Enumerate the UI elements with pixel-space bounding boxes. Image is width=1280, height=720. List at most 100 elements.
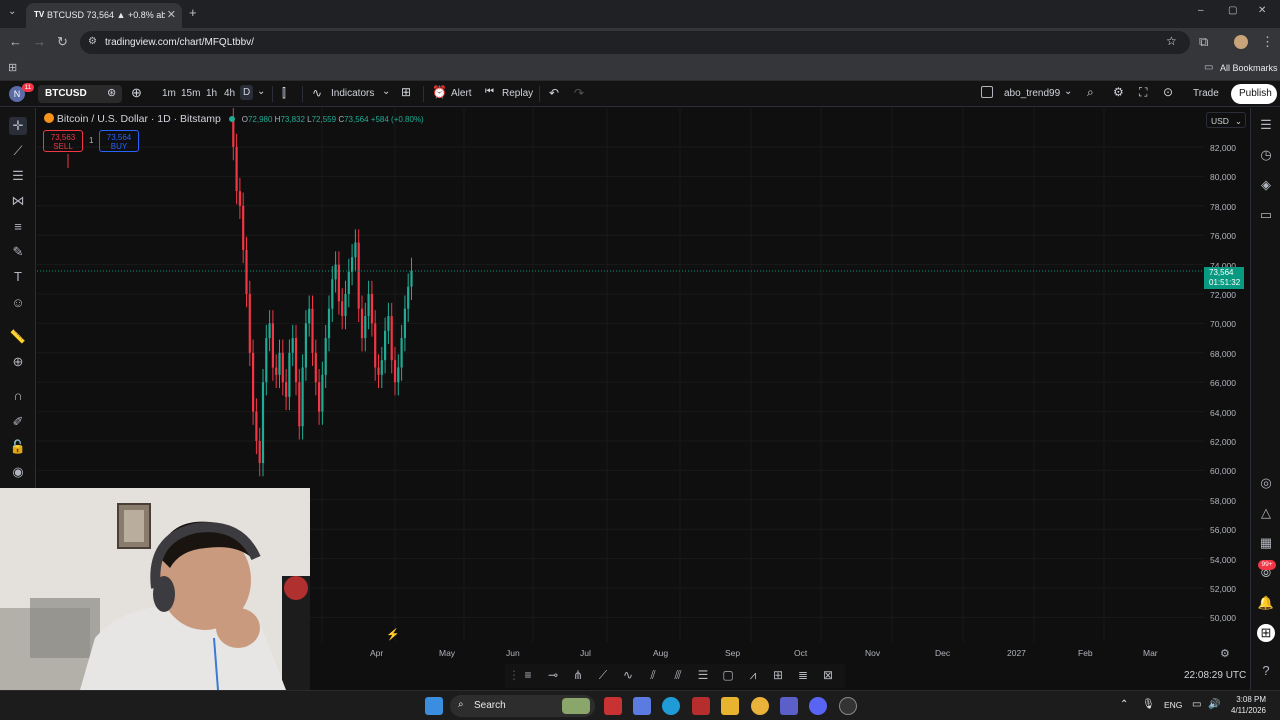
brush-icon[interactable]: ✎ (9, 243, 27, 261)
settings-gear-icon[interactable]: ⚙ (1113, 85, 1124, 99)
trade-button[interactable]: Trade (1193, 88, 1219, 99)
file-explorer-icon[interactable] (721, 697, 739, 715)
watchlist-icon[interactable]: ☰ (1257, 116, 1275, 134)
wave-icon[interactable]: ∿ (619, 668, 637, 684)
ideas-icon[interactable]: △ (1257, 504, 1275, 522)
magnet-icon[interactable]: ∩ (9, 387, 27, 405)
interval-4h[interactable]: 4h (224, 88, 235, 99)
tab-menu-chevron-icon[interactable]: ⌄ (8, 6, 16, 17)
taskbar-search[interactable]: ⌕ Search (450, 695, 595, 717)
dota-icon[interactable] (692, 697, 710, 715)
redo-icon[interactable]: ↷ (574, 86, 584, 100)
symbol-info-icon[interactable]: ⊛ (107, 86, 116, 99)
undo-icon[interactable]: ↶ (549, 86, 559, 100)
reload-icon[interactable]: ↻ (57, 34, 68, 50)
layers-icon[interactable]: ◈ (1257, 176, 1275, 194)
price-axis[interactable]: USD ⌄ 82,000 80,000 78,000 76,000 74,000 72,0… (1204, 108, 1250, 642)
indicators-dropdown-icon[interactable]: ⌄ (382, 86, 390, 97)
publish-button[interactable]: Publish (1231, 84, 1277, 104)
currency-selector[interactable]: USD ⌄ (1206, 112, 1246, 128)
layout-checkbox[interactable] (981, 86, 993, 98)
minimize-icon[interactable]: – (1198, 5, 1204, 16)
close-tab-icon[interactable]: ✕ (167, 8, 176, 21)
interval-dropdown-icon[interactable]: ⌄ (257, 86, 265, 97)
system-clock[interactable]: 3:08 PM 4/11/2026 (1228, 694, 1266, 716)
apps-grid-icon[interactable]: ⊞ (1257, 624, 1275, 642)
layouts-icon[interactable]: ⊞ (401, 85, 411, 99)
zoom-in-icon[interactable]: ⊕ (9, 353, 27, 371)
emoji-icon[interactable]: ☺ (9, 294, 27, 312)
trend-line-icon[interactable]: ⟋ (594, 668, 612, 684)
fib-channel-icon[interactable]: ⫻ (669, 668, 687, 684)
calendar-icon[interactable]: ▦ (1257, 534, 1275, 552)
event-marker-icon[interactable]: ⚡ (386, 628, 400, 641)
horizontal-lines-icon[interactable]: ≡ (519, 668, 537, 684)
trend-line-icon[interactable]: ⟋ (9, 142, 27, 160)
microphone-icon[interactable]: 🎙 (1142, 699, 1155, 710)
fullscreen-icon[interactable]: ⛶ (1139, 85, 1147, 100)
replay-button[interactable]: Replay (502, 88, 533, 99)
close-window-icon[interactable]: ✕ (1258, 5, 1266, 16)
forward-icon[interactable]: → (33, 34, 46, 49)
layout-name[interactable]: abo_trend99 (1004, 88, 1060, 99)
indicators-button[interactable]: Indicators (331, 88, 374, 99)
quick-search-icon[interactable]: ⌕ (1087, 85, 1094, 100)
visibility-eye-icon[interactable]: ◉ (9, 463, 27, 481)
snapshot-camera-icon[interactable]: ⊙ (1163, 85, 1173, 99)
text-tool-icon[interactable]: T (9, 268, 27, 286)
all-bookmarks-link[interactable]: All Bookmarks (1220, 63, 1278, 73)
fib-tool-icon[interactable]: ☰ (9, 167, 27, 185)
compare-add-icon[interactable]: ⊕ (131, 85, 142, 101)
apps-grid-icon[interactable]: ⊞ (8, 61, 17, 74)
stay-drawing-icon[interactable]: ✐ (9, 413, 27, 431)
time-axis[interactable]: Apr May Jun Jul Aug Sep Oct Nov Dec 2027 Feb Mar (310, 642, 1250, 662)
interval-d[interactable]: D (240, 85, 254, 100)
parallel-channel-icon[interactable]: ⫽ (644, 668, 662, 684)
extensions-icon[interactable]: ⧉ (1199, 34, 1208, 50)
gann-box-icon[interactable]: ⊞ (769, 668, 787, 684)
network-icon[interactable]: ▭ (1192, 699, 1201, 710)
browser-menu-icon[interactable]: ⋮ (1261, 34, 1274, 50)
app-icon-circle[interactable] (839, 697, 857, 715)
maximize-icon[interactable]: ▢ (1228, 5, 1237, 16)
axis-settings-icon[interactable]: ⚙ (1220, 647, 1230, 660)
horizontal-ray-icon[interactable]: ⊸ (544, 668, 562, 684)
notifications-bell-icon[interactable]: 🔔 (1257, 594, 1275, 612)
alert-button[interactable]: Alert (451, 88, 472, 99)
volume-icon[interactable]: 🔊 (1208, 699, 1220, 710)
rectangle-icon[interactable]: ▢ (719, 668, 737, 684)
gann-fan-icon[interactable]: ⊠ (819, 668, 837, 684)
pattern-tool-icon[interactable]: ⋈ (9, 192, 27, 210)
buy-button[interactable]: 73,564 BUY (99, 130, 139, 152)
language-indicator[interactable]: ENG (1164, 700, 1182, 710)
interval-1m[interactable]: 1m (162, 88, 176, 99)
chrome-icon[interactable] (751, 697, 769, 715)
chat-icon[interactable]: ▭ (1257, 206, 1275, 224)
candle-type-icon[interactable]: ⫿ (282, 86, 286, 101)
fib-timezone-icon[interactable]: ≣ (794, 668, 812, 684)
alerts-clock-icon[interactable]: ◷ (1257, 146, 1275, 164)
symbol-title[interactable]: Bitcoin / U.S. Dollar · 1D · Bitstamp (57, 113, 221, 125)
help-icon[interactable]: ? (1257, 662, 1275, 680)
edge-icon[interactable] (662, 697, 680, 715)
browser-tab[interactable]: TV BTCUSD 73,564 ▲ +0.8% abo_t ✕ (26, 3, 182, 28)
layout-dropdown-icon[interactable]: ⌄ (1064, 86, 1072, 97)
lock-icon[interactable]: 🔓 (9, 438, 27, 456)
url-field[interactable]: ⚙ tradingview.com/chart/MFQLtbbv/ ☆ (80, 31, 1190, 54)
tray-chevron-icon[interactable]: ⌃ (1120, 699, 1128, 710)
ruler-icon[interactable]: 📏 (9, 328, 27, 346)
utc-clock[interactable]: 22:08:29 UTC (1184, 670, 1246, 681)
new-tab-icon[interactable]: + (189, 5, 197, 20)
copilot-icon[interactable] (633, 697, 651, 715)
interval-15m[interactable]: 15m (181, 88, 200, 99)
bookmark-star-icon[interactable]: ☆ (1166, 34, 1177, 48)
teams-icon[interactable] (780, 697, 798, 715)
path-icon[interactable]: ⩘ (744, 668, 762, 684)
crosshair-icon[interactable]: ✛ (9, 117, 27, 135)
target-icon[interactable]: ◎ (1257, 474, 1275, 492)
interval-1h[interactable]: 1h (206, 88, 217, 99)
windows-start-icon[interactable] (425, 697, 443, 715)
fib-retracement-icon[interactable]: ☰ (694, 668, 712, 684)
back-icon[interactable]: ← (9, 34, 22, 49)
sell-button[interactable]: 73,563 SELL (43, 130, 83, 152)
